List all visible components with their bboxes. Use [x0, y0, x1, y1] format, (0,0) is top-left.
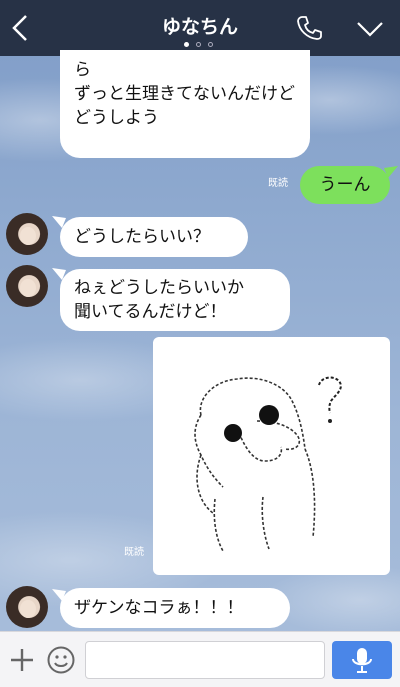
avatar[interactable] [6, 213, 48, 255]
chevron-down-icon [357, 22, 383, 37]
plus-icon [11, 649, 33, 671]
message-input[interactable] [85, 641, 325, 679]
page-dot-active [184, 42, 189, 47]
received-message[interactable]: ザケンなコラぁ！！！ [60, 588, 290, 628]
message-text: うーん [319, 175, 371, 195]
voice-message-button[interactable] [332, 641, 392, 679]
message-input-bar [0, 631, 400, 687]
sticker-message[interactable] [153, 337, 390, 575]
received-message[interactable]: ねぇどうしたらいいか 聞いてるんだけど！ [60, 269, 290, 331]
bubble-tail [384, 166, 398, 178]
emoji-button[interactable] [46, 645, 76, 675]
phone-icon [297, 16, 322, 40]
read-receipt: 既読 [124, 547, 144, 558]
emoji-icon [47, 646, 75, 674]
chat-header: ゆなちん [0, 0, 400, 56]
message-text: ら ずっと生理きてないんだけど どうしよう [74, 60, 295, 128]
page-dot [196, 42, 201, 47]
confused-face-sticker [194, 376, 342, 552]
sent-message[interactable]: うーん [300, 166, 390, 204]
avatar[interactable] [6, 586, 48, 628]
page-dot [208, 42, 213, 47]
avatar[interactable] [6, 265, 48, 307]
call-button[interactable] [296, 14, 322, 42]
message-text: ねぇどうしたらいいか 聞いてるんだけど！ [74, 278, 244, 322]
message-text: ザケンなコラぁ！！！ [74, 598, 244, 618]
received-message[interactable]: どうしたらいい？ [60, 217, 248, 257]
read-receipt: 既読 [268, 178, 288, 189]
received-message[interactable]: ら ずっと生理きてないんだけど どうしよう [60, 50, 310, 158]
microphone-icon [352, 648, 372, 673]
menu-button[interactable] [356, 20, 384, 38]
page-indicator [184, 42, 216, 50]
message-text: どうしたらいい？ [74, 227, 210, 247]
chat-title: ゆなちん [161, 16, 238, 38]
attach-button[interactable] [8, 646, 36, 674]
